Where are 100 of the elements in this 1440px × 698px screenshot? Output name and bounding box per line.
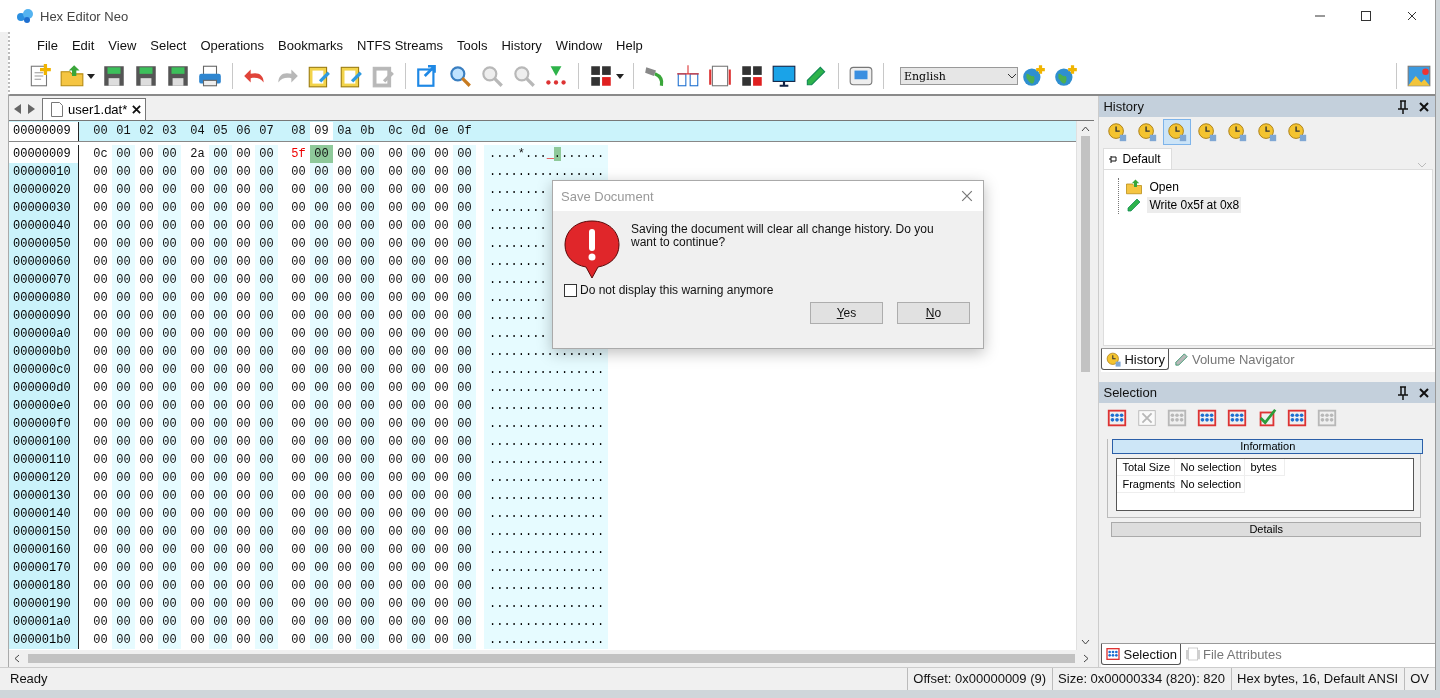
byte-cell[interactable]: 00 bbox=[333, 325, 356, 343]
byte-cell[interactable]: 00 bbox=[255, 217, 278, 235]
byte-cell[interactable]: 00 bbox=[407, 199, 430, 217]
byte-cell[interactable]: 00 bbox=[356, 217, 379, 235]
byte-cell[interactable]: 00 bbox=[287, 361, 310, 379]
monitor-icon[interactable] bbox=[771, 63, 797, 89]
byte-cell[interactable]: 00 bbox=[89, 613, 112, 631]
byte-cell[interactable]: 00 bbox=[384, 307, 407, 325]
byte-cell[interactable]: 00 bbox=[407, 487, 430, 505]
byte-cell[interactable]: 00 bbox=[453, 487, 476, 505]
byte-cell[interactable]: 00 bbox=[255, 397, 278, 415]
byte-cell[interactable]: 00 bbox=[356, 343, 379, 361]
byte-cell[interactable]: 00 bbox=[407, 595, 430, 613]
byte-cell[interactable]: 00 bbox=[232, 199, 255, 217]
byte-cell[interactable]: 00 bbox=[287, 631, 310, 649]
byte-cell[interactable]: 00 bbox=[112, 595, 135, 613]
details-header[interactable]: Details bbox=[1111, 522, 1421, 537]
byte-cell[interactable]: 00 bbox=[310, 343, 333, 361]
byte-cell[interactable]: 00 bbox=[356, 469, 379, 487]
byte-cell[interactable]: 00 bbox=[310, 271, 333, 289]
byte-cell[interactable]: 00 bbox=[287, 451, 310, 469]
bits-icon[interactable] bbox=[588, 63, 614, 89]
byte-cell[interactable]: 00 bbox=[186, 433, 209, 451]
byte-cell[interactable]: 00 bbox=[430, 217, 453, 235]
byte-cell[interactable]: 00 bbox=[255, 451, 278, 469]
byte-cell[interactable]: 00 bbox=[112, 523, 135, 541]
byte-cell[interactable]: 00 bbox=[135, 433, 158, 451]
byte-cell[interactable]: 00 bbox=[112, 163, 135, 181]
byte-cell[interactable]: 00 bbox=[89, 559, 112, 577]
byte-cell[interactable]: 00 bbox=[453, 181, 476, 199]
byte-cell[interactable]: 00 bbox=[356, 613, 379, 631]
byte-cell[interactable]: 00 bbox=[112, 559, 135, 577]
byte-cell[interactable]: 00 bbox=[186, 487, 209, 505]
byte-cell[interactable]: 00 bbox=[407, 253, 430, 271]
byte-cell[interactable]: 00 bbox=[333, 505, 356, 523]
byte-cell[interactable]: 00 bbox=[186, 271, 209, 289]
byte-cell[interactable]: 00 bbox=[333, 307, 356, 325]
byte-cell[interactable]: 00 bbox=[310, 325, 333, 343]
byte-cell[interactable]: 00 bbox=[89, 163, 112, 181]
picture-icon[interactable] bbox=[1406, 63, 1432, 89]
byte-cell[interactable]: 00 bbox=[430, 397, 453, 415]
byte-cell[interactable]: 00 bbox=[158, 181, 181, 199]
byte-cell[interactable]: 00 bbox=[158, 451, 181, 469]
byte-cell[interactable]: 00 bbox=[89, 235, 112, 253]
byte-cell[interactable]: 00 bbox=[209, 451, 232, 469]
byte-cell[interactable]: 00 bbox=[135, 253, 158, 271]
byte-cell[interactable]: 00 bbox=[89, 469, 112, 487]
byte-cell[interactable]: 00 bbox=[255, 613, 278, 631]
byte-cell[interactable]: 00 bbox=[407, 307, 430, 325]
byte-cell[interactable]: 00 bbox=[186, 217, 209, 235]
byte-cell[interactable]: 00 bbox=[407, 181, 430, 199]
byte-cell[interactable]: 00 bbox=[407, 433, 430, 451]
byte-cell[interactable]: 00 bbox=[453, 289, 476, 307]
byte-cell[interactable]: 00 bbox=[135, 487, 158, 505]
byte-cell[interactable]: 00 bbox=[89, 271, 112, 289]
byte-cell[interactable]: 00 bbox=[89, 379, 112, 397]
byte-cell[interactable]: 00 bbox=[384, 559, 407, 577]
menu-item[interactable]: Help bbox=[609, 34, 650, 56]
byte-cell[interactable]: 00 bbox=[209, 361, 232, 379]
byte-cell[interactable]: 00 bbox=[333, 271, 356, 289]
byte-cell[interactable]: 00 bbox=[135, 469, 158, 487]
panel-tab[interactable]: File Attributes bbox=[1180, 644, 1286, 665]
panel-tab[interactable]: Volume Navigator bbox=[1168, 349, 1299, 370]
byte-cell[interactable]: 00 bbox=[186, 343, 209, 361]
byte-cell[interactable]: 00 bbox=[430, 379, 453, 397]
byte-cell[interactable]: 00 bbox=[407, 451, 430, 469]
byte-cell[interactable]: 00 bbox=[112, 613, 135, 631]
byte-cell[interactable]: 00 bbox=[209, 181, 232, 199]
byte-cell[interactable]: 00 bbox=[209, 613, 232, 631]
byte-cell[interactable]: 00 bbox=[407, 415, 430, 433]
byte-cell[interactable]: 00 bbox=[453, 505, 476, 523]
byte-cell[interactable]: 00 bbox=[430, 145, 453, 163]
byte-cell[interactable]: 00 bbox=[255, 631, 278, 649]
byte-cell[interactable]: 00 bbox=[89, 181, 112, 199]
byte-cell[interactable]: 00 bbox=[158, 271, 181, 289]
file-tab[interactable]: user1.dat* bbox=[42, 98, 147, 120]
byte-cell[interactable]: 00 bbox=[430, 505, 453, 523]
byte-cell[interactable]: 00 bbox=[112, 505, 135, 523]
byte-cell[interactable]: 00 bbox=[255, 145, 278, 163]
byte-cell[interactable]: 00 bbox=[310, 541, 333, 559]
globe-icon[interactable] bbox=[1053, 63, 1079, 89]
byte-cell[interactable]: 00 bbox=[384, 523, 407, 541]
byte-cell[interactable]: 00 bbox=[158, 415, 181, 433]
byte-cell[interactable]: 00 bbox=[453, 559, 476, 577]
byte-cell[interactable]: 00 bbox=[158, 253, 181, 271]
byte-cell[interactable]: 00 bbox=[453, 595, 476, 613]
byte-cell[interactable]: 00 bbox=[310, 181, 333, 199]
menu-item[interactable]: Bookmarks bbox=[271, 34, 351, 56]
byte-cell[interactable]: 00 bbox=[430, 559, 453, 577]
byte-cell[interactable]: 00 bbox=[232, 487, 255, 505]
byte-cell[interactable]: 00 bbox=[407, 541, 430, 559]
byte-cell[interactable]: 00 bbox=[135, 361, 158, 379]
byte-cell[interactable]: 00 bbox=[430, 271, 453, 289]
byte-cell[interactable]: 00 bbox=[407, 379, 430, 397]
byte-cell[interactable]: 00 bbox=[135, 523, 158, 541]
byte-cell[interactable]: 00 bbox=[209, 487, 232, 505]
byte-cell[interactable]: 00 bbox=[112, 253, 135, 271]
byte-cell[interactable]: 00 bbox=[112, 631, 135, 649]
byte-cell[interactable]: 00 bbox=[333, 397, 356, 415]
byte-cell[interactable]: 00 bbox=[430, 631, 453, 649]
